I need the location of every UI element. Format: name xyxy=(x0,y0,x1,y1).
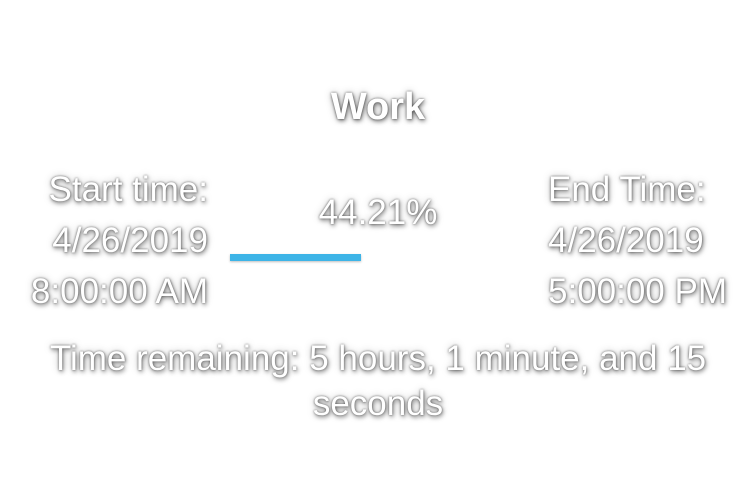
page-title: Work xyxy=(330,86,426,128)
end-time-panel: End Time: 4/26/2019 5:00:00 PM xyxy=(548,164,727,317)
start-time-value: 8:00:00 AM xyxy=(30,272,208,311)
progress-bar xyxy=(230,254,526,261)
progress-percent: 44.21% xyxy=(318,193,438,232)
time-remaining-text: Time remaining: 5 hours, 1 minute, and 1… xyxy=(49,339,707,423)
start-time-panel: Start time: 4/26/2019 8:00:00 AM xyxy=(31,164,208,317)
progress-bar-fill xyxy=(230,254,361,261)
timer-page: Work Start time: 4/26/2019 8:00:00 AM 44… xyxy=(0,0,756,504)
start-date-value: 4/26/2019 xyxy=(52,221,208,260)
end-time-label: End Time: xyxy=(548,170,706,209)
end-date-value: 4/26/2019 xyxy=(548,221,704,260)
end-time-value: 5:00:00 PM xyxy=(548,272,727,311)
start-time-label: Start time: xyxy=(48,170,208,209)
